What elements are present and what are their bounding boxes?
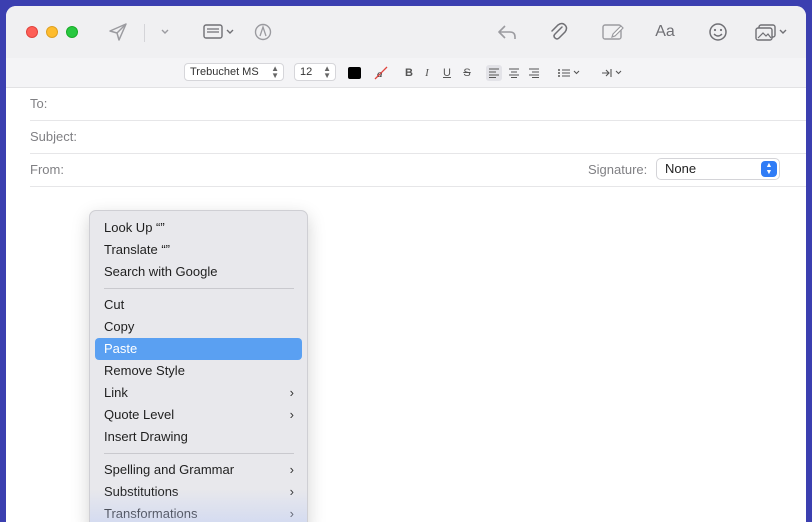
underline-button[interactable]: U bbox=[440, 65, 454, 81]
font-family-popup[interactable]: Trebuchet MS ▲ ▼ bbox=[184, 63, 284, 81]
menu-item-label: Insert Drawing bbox=[104, 429, 188, 444]
menu-item-quote-level[interactable]: Quote Level › bbox=[95, 404, 302, 426]
popup-arrows-icon: ▲ ▼ bbox=[323, 64, 331, 80]
compose-icon[interactable] bbox=[600, 20, 626, 44]
chevron-down-icon[interactable] bbox=[156, 20, 174, 44]
title-bar: Aa bbox=[6, 6, 806, 58]
menu-item-spelling-grammar[interactable]: Spelling and Grammar › bbox=[95, 459, 302, 481]
subject-field[interactable]: Subject: bbox=[30, 121, 806, 154]
align-right-icon[interactable] bbox=[526, 65, 542, 81]
highlight-color-button[interactable]: a bbox=[372, 65, 390, 81]
font-size-popup[interactable]: 12 ▲ ▼ bbox=[294, 63, 336, 81]
menu-item-label: Spelling and Grammar bbox=[104, 462, 235, 477]
from-label: From: bbox=[30, 162, 64, 177]
menu-item-search-google[interactable]: Search with Google bbox=[95, 261, 302, 283]
minimize-window-button[interactable] bbox=[46, 26, 58, 38]
signature-value: None bbox=[665, 161, 697, 176]
menu-item-label: Translate “” bbox=[104, 242, 170, 257]
chevron-right-icon: › bbox=[289, 462, 294, 477]
menu-item-remove-style[interactable]: Remove Style bbox=[95, 360, 302, 382]
list-style-icon[interactable] bbox=[556, 65, 584, 81]
menu-item-label: Cut bbox=[104, 297, 125, 312]
menu-item-label: Substitutions bbox=[104, 484, 179, 499]
menu-separator bbox=[104, 288, 294, 289]
menu-item-transformations[interactable]: Transformations › bbox=[95, 503, 302, 522]
align-left-icon[interactable] bbox=[486, 65, 502, 81]
close-window-button[interactable] bbox=[26, 26, 38, 38]
menu-item-translate[interactable]: Translate “” bbox=[95, 239, 302, 261]
menu-item-label: Transformations bbox=[104, 506, 198, 521]
italic-button[interactable]: I bbox=[420, 65, 434, 81]
menu-item-copy[interactable]: Copy bbox=[95, 316, 302, 338]
markup-icon[interactable] bbox=[252, 20, 274, 44]
menu-item-cut[interactable]: Cut bbox=[95, 294, 302, 316]
menu-item-label: Quote Level bbox=[104, 407, 175, 422]
align-center-icon[interactable] bbox=[506, 65, 522, 81]
zoom-window-button[interactable] bbox=[66, 26, 78, 38]
menu-item-label: Remove Style bbox=[104, 363, 185, 378]
font-size-value: 12 bbox=[300, 66, 313, 78]
menu-item-label: Paste bbox=[104, 341, 138, 356]
select-stepper-icon: ▲ ▼ bbox=[761, 161, 777, 177]
popup-arrows-icon: ▲ ▼ bbox=[271, 64, 279, 80]
send-icon[interactable] bbox=[106, 20, 130, 44]
header-fields-icon[interactable] bbox=[202, 20, 238, 44]
menu-item-insert-drawing[interactable]: Insert Drawing bbox=[95, 426, 302, 448]
menu-item-substitutions[interactable]: Substitutions › bbox=[95, 481, 302, 503]
signature-label: Signature: bbox=[588, 162, 648, 177]
emoji-icon[interactable] bbox=[706, 20, 730, 44]
menu-item-label: Copy bbox=[104, 319, 135, 334]
menu-item-paste[interactable]: Paste bbox=[95, 338, 302, 360]
toolbar-separator bbox=[144, 24, 145, 42]
subject-label: Subject: bbox=[30, 129, 77, 144]
reply-icon[interactable] bbox=[494, 20, 520, 44]
font-button[interactable]: Aa bbox=[652, 20, 678, 44]
text-color-swatch[interactable] bbox=[348, 67, 361, 79]
bold-button[interactable]: B bbox=[402, 65, 416, 81]
menu-item-label: Link bbox=[104, 385, 128, 400]
chevron-right-icon: › bbox=[289, 484, 294, 499]
from-field: From: Signature: None ▲ ▼ bbox=[30, 154, 806, 187]
menu-item-look-up[interactable]: Look Up “” bbox=[95, 217, 302, 239]
paperclip-icon[interactable] bbox=[546, 20, 570, 44]
chevron-right-icon: › bbox=[289, 506, 294, 521]
strikethrough-button[interactable]: S bbox=[460, 65, 474, 81]
menu-item-label: Look Up “” bbox=[104, 220, 165, 235]
format-bar: Trebuchet MS ▲▼ 12 ▲▼ a B I U S bbox=[6, 58, 806, 88]
to-label: To: bbox=[30, 96, 48, 111]
photo-icon[interactable] bbox=[754, 20, 790, 44]
font-family-value: Trebuchet MS bbox=[190, 66, 259, 78]
chevron-right-icon: › bbox=[289, 385, 294, 400]
signature-select[interactable]: None ▲ ▼ bbox=[656, 158, 780, 180]
menu-item-label: Search with Google bbox=[104, 264, 218, 279]
menu-separator bbox=[104, 453, 294, 454]
context-menu: Look Up “” Translate “” Search with Goog… bbox=[89, 210, 308, 522]
chevron-right-icon: › bbox=[289, 407, 294, 422]
indent-icon[interactable] bbox=[600, 65, 628, 81]
to-field[interactable]: To: bbox=[30, 88, 806, 121]
menu-item-link[interactable]: Link › bbox=[95, 382, 302, 404]
